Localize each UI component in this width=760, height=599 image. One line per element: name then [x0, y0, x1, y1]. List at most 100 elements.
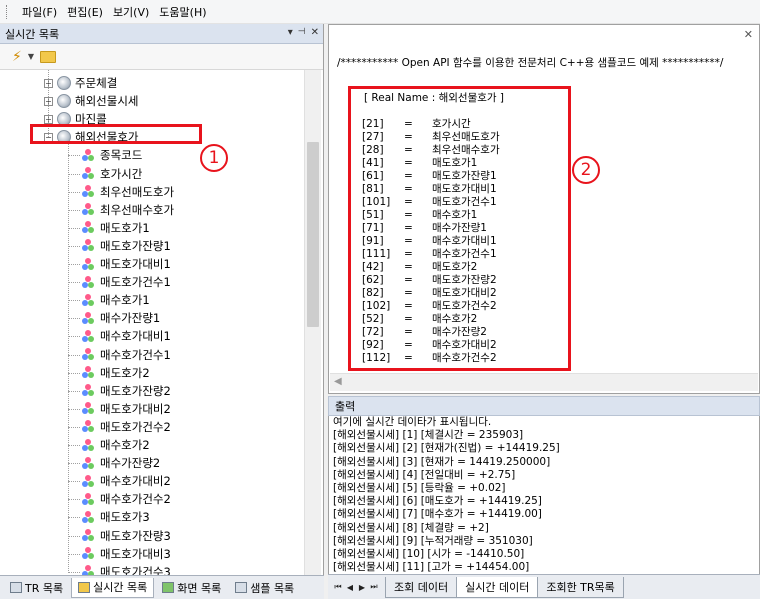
code-line-code: [92]	[362, 339, 384, 351]
output-header: 출력	[328, 396, 760, 416]
tree-field[interactable]: 매수가잔량2	[82, 454, 160, 472]
tree-field-label: 매도호가대비3	[100, 546, 171, 561]
tree-field[interactable]: 매도호가2	[82, 364, 150, 382]
tab-label: 화면 목록	[177, 581, 222, 595]
list-icon	[10, 582, 22, 593]
highlight-box-1	[30, 124, 202, 144]
tree-field[interactable]: 최우선매수호가	[82, 201, 174, 219]
screen-icon	[162, 582, 175, 593]
output-tab-bar: ⏮ ◀ ▶ ⏭ 조회 데이터 실시간 데이터 조회한 TR목록	[328, 574, 760, 599]
tree-field[interactable]: 매도호가1	[82, 219, 150, 237]
field-icon	[82, 492, 95, 506]
code-line-code: [41]	[362, 157, 384, 169]
tree-field-label: 호가시간	[100, 166, 143, 181]
scrollbar-thumb[interactable]	[307, 142, 319, 327]
code-line: [71] = 매수가잔량1	[362, 222, 504, 235]
code-line-name: 매도호가대비1	[432, 183, 497, 195]
tree-connector	[68, 445, 80, 446]
realtime-list-panel: 실시간 목록 ▾ ⊣ ✕ ⚡ ▼ + 주문체결 + 해외선물시세 + 마진콜 − 해외선물호가…	[0, 24, 324, 599]
tree-field[interactable]: 매수가잔량1	[82, 309, 160, 327]
code-line-eq: =	[404, 261, 413, 273]
scroll-left-icon[interactable]: ◀	[334, 376, 342, 387]
tree-field[interactable]: 매도호가대비1	[82, 255, 171, 273]
field-icon	[82, 384, 95, 397]
tree-field[interactable]: 매수호가대비1	[82, 327, 171, 345]
code-line-eq: =	[404, 235, 413, 247]
tree-field[interactable]: 최우선매도호가	[82, 183, 174, 201]
tab-query-data[interactable]: 조회 데이터	[385, 576, 458, 598]
tree-field[interactable]: 매도호가잔량2	[82, 382, 171, 400]
code-line-eq: =	[404, 209, 413, 221]
tree-field[interactable]: 매도호가3	[82, 508, 150, 526]
tree-field[interactable]: 호가시간	[82, 165, 142, 183]
field-icon	[82, 402, 95, 415]
tab-screen-list[interactable]: 화면 목록	[156, 578, 227, 598]
first-icon[interactable]: ⏮	[332, 582, 344, 592]
tree-field[interactable]: 매도호가건수3	[82, 563, 171, 575]
close-icon[interactable]: ✕	[311, 27, 319, 38]
code-line-eq: =	[404, 157, 413, 169]
code-line: [102] = 매도호가건수2	[362, 300, 504, 313]
field-icon	[82, 438, 95, 452]
panel-title: 실시간 목록	[5, 27, 60, 41]
code-line-code: [72]	[362, 326, 384, 338]
code-line: [91] = 매수호가대비1	[362, 235, 504, 248]
field-icon	[82, 203, 95, 216]
tree-field[interactable]: 매수호가2	[82, 436, 150, 454]
menu-edit[interactable]: 편집(E)	[62, 4, 108, 20]
chevron-down-icon[interactable]: ▼	[28, 52, 34, 61]
last-icon[interactable]: ⏭	[368, 582, 380, 592]
tree-connector	[68, 517, 80, 519]
menu-file[interactable]: 파일(F)	[17, 4, 62, 20]
tree-connector	[68, 142, 69, 571]
tab-realtime-list[interactable]: 실시간 목록	[71, 577, 155, 598]
pin-icon[interactable]: ⊣	[298, 27, 306, 38]
tree-group[interactable]: + 주문체결	[44, 74, 117, 92]
tree-field[interactable]: 종목코드	[82, 146, 142, 164]
tree-field[interactable]: 매도호가잔량1	[82, 237, 171, 255]
field-icon	[82, 547, 95, 560]
tree-field[interactable]: 매수호가건수1	[82, 346, 171, 364]
tree-field[interactable]: 매수호가건수2	[82, 490, 171, 508]
tree-field[interactable]: 매수호가대비2	[82, 472, 171, 490]
output-line: [해외선물시세] [7] [매수호가 = +14419.00]	[333, 508, 542, 521]
tree-group[interactable]: + 해외선물시세	[44, 92, 138, 110]
dropdown-icon[interactable]: ▾	[288, 27, 293, 38]
output-line: [해외선물시세] [6] [매도호가 = +14419.25]	[333, 495, 542, 508]
tree-field[interactable]: 매도호가잔량3	[82, 527, 171, 545]
tree-field-label: 최우선매수호가	[100, 202, 175, 217]
tab-queried-tr-list[interactable]: 조회한 TR목록	[537, 576, 624, 598]
tree-connector	[68, 408, 80, 410]
next-icon[interactable]: ▶	[356, 583, 368, 592]
field-icon	[82, 420, 95, 433]
tree-field[interactable]: 매도호가건수2	[82, 418, 171, 436]
prev-icon[interactable]: ◀	[344, 583, 356, 592]
code-line: [42] = 매도호가2	[362, 261, 504, 274]
tree-field[interactable]: 매도호가대비3	[82, 545, 171, 563]
menu-help[interactable]: 도움말(H)	[154, 4, 211, 20]
tab-realtime-data[interactable]: 실시간 데이터	[456, 576, 539, 598]
code-line: [61] = 매도호가잔량1	[362, 170, 504, 183]
tree-field[interactable]: 매도호가대비2	[82, 400, 171, 418]
code-hscrollbar[interactable]: ◀	[330, 373, 758, 391]
output-line: [해외선물시세] [3] [현재가 = 14419.250000]	[333, 455, 551, 468]
tree-field[interactable]: 매도호가건수1	[82, 273, 171, 291]
code-line-name: 매수가잔량2	[432, 326, 487, 338]
left-tab-bar: TR 목록 실시간 목록 화면 목록 샘플 목록	[0, 575, 324, 599]
tree-connector	[68, 426, 80, 428]
close-icon[interactable]: ✕	[744, 28, 753, 41]
refresh-icon[interactable]: ⚡	[12, 49, 22, 65]
code-line: [81] = 매도호가대비1	[362, 183, 504, 196]
tab-sample-list[interactable]: 샘플 목록	[229, 578, 300, 598]
tree-connector	[68, 155, 80, 157]
folder-icon[interactable]	[40, 50, 56, 63]
field-icon	[82, 510, 95, 524]
tab-tr-list[interactable]: TR 목록	[4, 578, 69, 598]
code-line-code: [111]	[362, 248, 391, 260]
tree-field-label: 매수가잔량1	[100, 311, 161, 326]
badge-2: 2	[572, 156, 600, 184]
tree-view: + 주문체결 + 해외선물시세 + 마진콜 − 해외선물호가 종목코드 호가시간 최우선매도호가 최우…	[0, 70, 304, 575]
tree-field[interactable]: 매수호가1	[82, 291, 150, 309]
menu-view[interactable]: 보기(V)	[108, 4, 154, 20]
tree-scrollbar[interactable]	[304, 70, 321, 575]
